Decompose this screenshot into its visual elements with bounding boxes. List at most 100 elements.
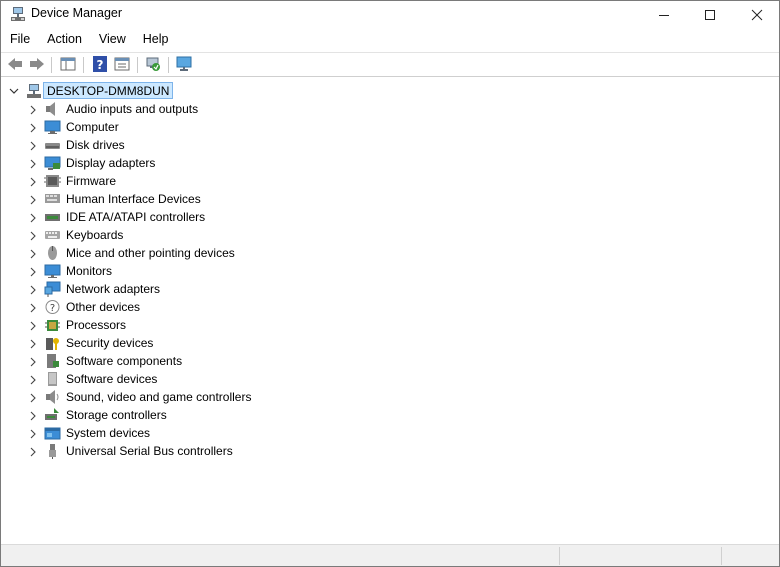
show-hide-console-tree-icon bbox=[60, 56, 76, 75]
tree-node[interactable]: Computer bbox=[1, 118, 401, 136]
status-divider bbox=[721, 547, 722, 565]
chevron-right-icon[interactable] bbox=[29, 230, 37, 241]
chevron-right-icon[interactable] bbox=[29, 392, 37, 403]
help-button[interactable]: ? bbox=[91, 55, 109, 75]
tree-node[interactable]: Storage controllers bbox=[1, 406, 401, 424]
chevron-right-icon[interactable] bbox=[29, 104, 37, 115]
unknown-device-icon: ? bbox=[44, 299, 61, 315]
tree-node-label[interactable]: Network adapters bbox=[66, 282, 160, 296]
tree-node-label[interactable]: Universal Serial Bus controllers bbox=[66, 444, 233, 458]
chevron-right-icon[interactable] bbox=[29, 356, 37, 367]
tree-node[interactable]: Software devices bbox=[1, 370, 401, 388]
tree-node-label[interactable]: Storage controllers bbox=[66, 408, 167, 422]
firmware-icon bbox=[44, 173, 61, 189]
back-arrow-icon bbox=[7, 56, 23, 75]
help-icon: ? bbox=[92, 55, 108, 75]
computer-icon bbox=[44, 119, 61, 135]
tree-node[interactable]: Firmware bbox=[1, 172, 401, 190]
tree-node-label[interactable]: Security devices bbox=[66, 336, 153, 350]
forward-button[interactable] bbox=[28, 56, 46, 74]
toolbar: ? bbox=[1, 52, 779, 77]
tree-node[interactable]: Monitors bbox=[1, 262, 401, 280]
tree-node-label[interactable]: Audio inputs and outputs bbox=[66, 102, 198, 116]
properties-button[interactable] bbox=[113, 56, 131, 74]
chevron-right-icon[interactable] bbox=[29, 122, 37, 133]
network-adapter-icon bbox=[44, 281, 61, 297]
tree-node[interactable]: Display adapters bbox=[1, 154, 401, 172]
svg-text:?: ? bbox=[50, 303, 55, 314]
tree-node[interactable]: Mice and other pointing devices bbox=[1, 244, 401, 262]
tree-node-label[interactable]: Monitors bbox=[66, 264, 112, 278]
tree-node[interactable]: Human Interface Devices bbox=[1, 190, 401, 208]
chevron-down-icon[interactable] bbox=[9, 85, 19, 95]
chevron-right-icon[interactable] bbox=[29, 248, 37, 259]
tree-node-label[interactable]: Keyboards bbox=[66, 228, 123, 242]
tree-node[interactable]: Processors bbox=[1, 316, 401, 334]
svg-text:?: ? bbox=[97, 58, 104, 72]
tree-node-label[interactable]: Other devices bbox=[66, 300, 140, 314]
device-manager-icon bbox=[10, 6, 26, 22]
back-button[interactable] bbox=[6, 56, 24, 74]
tree-node[interactable]: System devices bbox=[1, 424, 401, 442]
chevron-right-icon[interactable] bbox=[29, 158, 37, 169]
tree-node[interactable]: Network adapters bbox=[1, 280, 401, 298]
tree-node-label[interactable]: IDE ATA/ATAPI controllers bbox=[66, 210, 205, 224]
tree-node[interactable]: Disk drives bbox=[1, 136, 401, 154]
chevron-right-icon[interactable] bbox=[29, 266, 37, 277]
minimize-button[interactable] bbox=[641, 1, 687, 28]
tree-node[interactable]: Sound, video and game controllers bbox=[1, 388, 401, 406]
maximize-button[interactable] bbox=[687, 1, 733, 28]
chevron-right-icon[interactable] bbox=[29, 446, 37, 457]
tree-node-label[interactable]: Human Interface Devices bbox=[66, 192, 201, 206]
chevron-right-icon[interactable] bbox=[29, 338, 37, 349]
tree-node[interactable]: Software components bbox=[1, 352, 401, 370]
close-button[interactable] bbox=[734, 1, 780, 28]
tree-root-label[interactable]: DESKTOP-DMM8DUN bbox=[43, 82, 174, 99]
tree-node-label[interactable]: Sound, video and game controllers bbox=[66, 390, 251, 404]
menu-help[interactable]: Help bbox=[134, 30, 177, 50]
tree-node[interactable]: Keyboards bbox=[1, 226, 401, 244]
sound-controller-icon bbox=[44, 389, 61, 405]
show-hide-console-tree-button[interactable] bbox=[59, 56, 77, 74]
tree-node[interactable]: IDE ATA/ATAPI controllers bbox=[1, 208, 401, 226]
chevron-right-icon[interactable] bbox=[29, 374, 37, 385]
tree-node-label[interactable]: Display adapters bbox=[66, 156, 155, 170]
chevron-right-icon[interactable] bbox=[29, 194, 37, 205]
software-device-icon bbox=[44, 371, 61, 387]
tree-node-label[interactable]: Software devices bbox=[66, 372, 157, 386]
menu-view[interactable]: View bbox=[90, 30, 134, 50]
tree-node-label[interactable]: Computer bbox=[66, 120, 119, 134]
menu-bar: File Action View Help bbox=[1, 30, 177, 50]
tree-node[interactable]: Audio inputs and outputs bbox=[1, 100, 401, 118]
chevron-right-icon[interactable] bbox=[29, 302, 37, 313]
scan-hardware-button[interactable] bbox=[144, 56, 162, 74]
display-adapter-icon bbox=[44, 155, 61, 171]
window-title: Device Manager bbox=[31, 6, 123, 20]
tree-node[interactable]: ? Other devices bbox=[1, 298, 401, 316]
chevron-right-icon[interactable] bbox=[29, 176, 37, 187]
monitor-button[interactable] bbox=[175, 56, 193, 74]
tree-node-label[interactable]: Software components bbox=[66, 354, 182, 368]
keyboard-icon bbox=[44, 227, 61, 243]
tree-root[interactable]: DESKTOP-DMM8DUN bbox=[1, 82, 301, 100]
monitor-icon bbox=[44, 263, 61, 279]
tree-node-label[interactable]: Disk drives bbox=[66, 138, 125, 152]
chevron-right-icon[interactable] bbox=[29, 284, 37, 295]
tree-node-label[interactable]: System devices bbox=[66, 426, 150, 440]
tree-node-label[interactable]: Processors bbox=[66, 318, 126, 332]
storage-controller-icon bbox=[44, 407, 61, 423]
tree-node-label[interactable]: Mice and other pointing devices bbox=[66, 246, 235, 260]
tree-node[interactable]: Universal Serial Bus controllers bbox=[1, 442, 401, 460]
computer-root-icon bbox=[26, 83, 42, 99]
tree-node[interactable]: Security devices bbox=[1, 334, 401, 352]
menu-action[interactable]: Action bbox=[38, 30, 90, 50]
menu-file[interactable]: File bbox=[1, 30, 38, 50]
chevron-right-icon[interactable] bbox=[29, 410, 37, 421]
chevron-right-icon[interactable] bbox=[29, 428, 37, 439]
chevron-right-icon[interactable] bbox=[29, 140, 37, 151]
tree-node-label[interactable]: Firmware bbox=[66, 174, 116, 188]
chevron-right-icon[interactable] bbox=[29, 320, 37, 331]
chevron-right-icon[interactable] bbox=[29, 212, 37, 223]
title-bar: Device Manager bbox=[1, 1, 779, 28]
device-tree: DESKTOP-DMM8DUN Audio inputs and outputs… bbox=[1, 78, 779, 544]
